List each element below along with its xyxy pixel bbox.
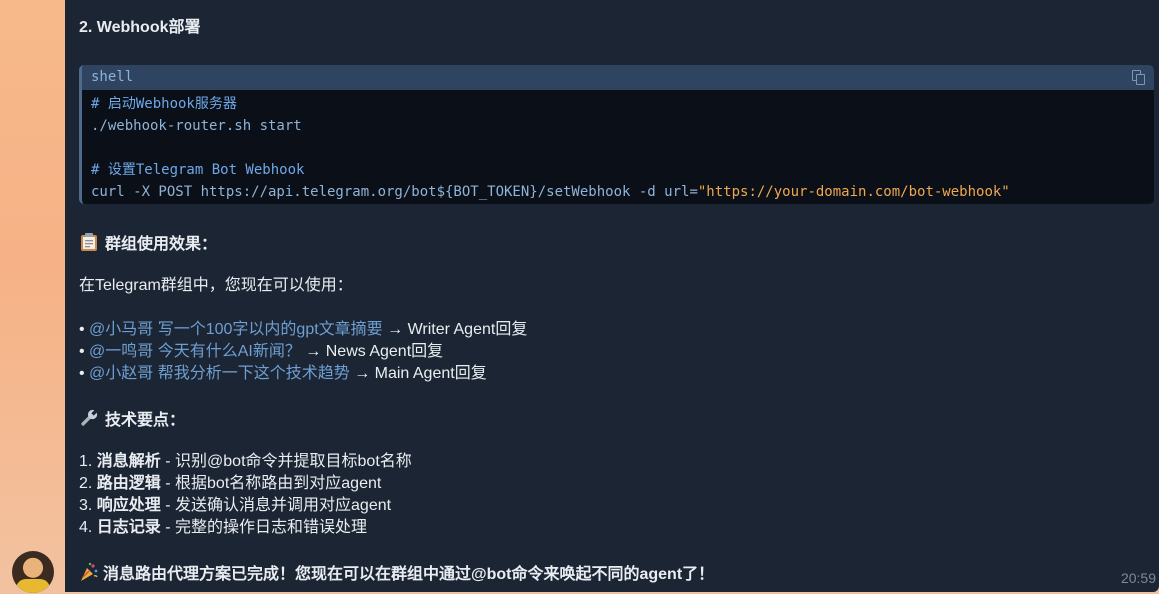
celebration-icon	[79, 562, 99, 582]
wrench-icon	[79, 408, 99, 428]
list-item: 1. 消息解析 - 识别@bot命令并提取目标bot名称	[79, 452, 412, 472]
message-bubble: 2. Webhook部署 shell # 启动Webhook服务器 ./webh…	[65, 0, 1159, 592]
point-desc: - 完整的操作日志和错误处理	[160, 519, 368, 536]
message-timestamp: 20:59	[1120, 570, 1156, 586]
result-text: → Writer Agent回复	[382, 321, 528, 338]
list-item: • @一鸣哥 今天有什么AI新闻？ → News Agent回复	[79, 342, 443, 362]
mention-link[interactable]: @小马哥 写一个100字以内的gpt文章摘要	[89, 321, 383, 338]
section-title: 技术要点：	[79, 408, 185, 431]
code-block: shell # 启动Webhook服务器 ./webhook-router.sh…	[79, 65, 1154, 204]
section-title-text: 群组使用效果：	[105, 236, 218, 253]
code-header: shell	[82, 65, 1154, 90]
copy-icon[interactable]	[1132, 70, 1146, 85]
result-text: → Main Agent回复	[349, 365, 487, 382]
section-title: 群组使用效果：	[79, 232, 217, 255]
final-message: 消息路由代理方案已完成！您现在可以在群组中通过@bot命令来唤起不同的agent…	[79, 562, 714, 585]
list-item: 3. 响应处理 - 发送确认消息并调用对应agent	[79, 496, 391, 516]
intro-text: 在Telegram群组中，您现在可以使用：	[79, 277, 353, 294]
list-item: • @小马哥 写一个100字以内的gpt文章摘要 → Writer Agent回…	[79, 320, 527, 340]
mention-link[interactable]: @小赵哥 帮我分析一下这个技术趋势	[89, 365, 350, 382]
list-item: • @小赵哥 帮我分析一下这个技术趋势 → Main Agent回复	[79, 364, 487, 384]
point-desc: - 识别@bot命令并提取目标bot名称	[160, 453, 412, 470]
code-line: # 启动Webhook服务器	[91, 96, 237, 112]
code-language-label: shell	[91, 69, 134, 85]
list-number: 1.	[79, 453, 97, 470]
list-item: 4. 日志记录 - 完整的操作日志和错误处理	[79, 518, 367, 538]
section-title-text: 技术要点：	[105, 412, 186, 429]
point-term: 响应处理	[96, 497, 161, 514]
code-command: curl -X POST https://api.telegram.org/bo…	[91, 184, 698, 200]
final-message-text: 消息路由代理方案已完成！您现在可以在群组中通过@bot命令来唤起不同的agent…	[103, 566, 715, 583]
code-string: "https://your-domain.com/bot-webhook"	[697, 184, 1010, 200]
list-item: 2. 路由逻辑 - 根据bot名称路由到对应agent	[79, 474, 381, 494]
list-number: 3.	[79, 497, 97, 514]
clipboard-icon	[79, 232, 99, 252]
mention-link[interactable]: @一鸣哥 今天有什么AI新闻？	[89, 343, 301, 360]
code-content: # 启动Webhook服务器 ./webhook-router.sh start…	[82, 90, 1154, 204]
list-number: 2.	[79, 475, 97, 492]
list-number: 4.	[79, 519, 97, 536]
bullet: •	[79, 321, 90, 338]
code-line: curl -X POST https://api.telegram.org/bo…	[91, 181, 1145, 203]
point-desc: - 发送确认消息并调用对应agent	[160, 497, 392, 514]
point-desc: - 根据bot名称路由到对应agent	[160, 475, 382, 492]
result-text: → News Agent回复	[300, 343, 444, 360]
section-heading: 2. Webhook部署	[79, 19, 201, 36]
point-term: 日志记录	[96, 519, 161, 536]
point-term: 消息解析	[96, 453, 161, 470]
code-line: # 设置Telegram Bot Webhook	[91, 162, 305, 178]
bullet: •	[79, 365, 90, 382]
code-line: ./webhook-router.sh start	[91, 118, 302, 134]
point-term: 路由逻辑	[96, 475, 161, 492]
avatar[interactable]	[12, 551, 54, 593]
bullet: •	[79, 343, 90, 360]
